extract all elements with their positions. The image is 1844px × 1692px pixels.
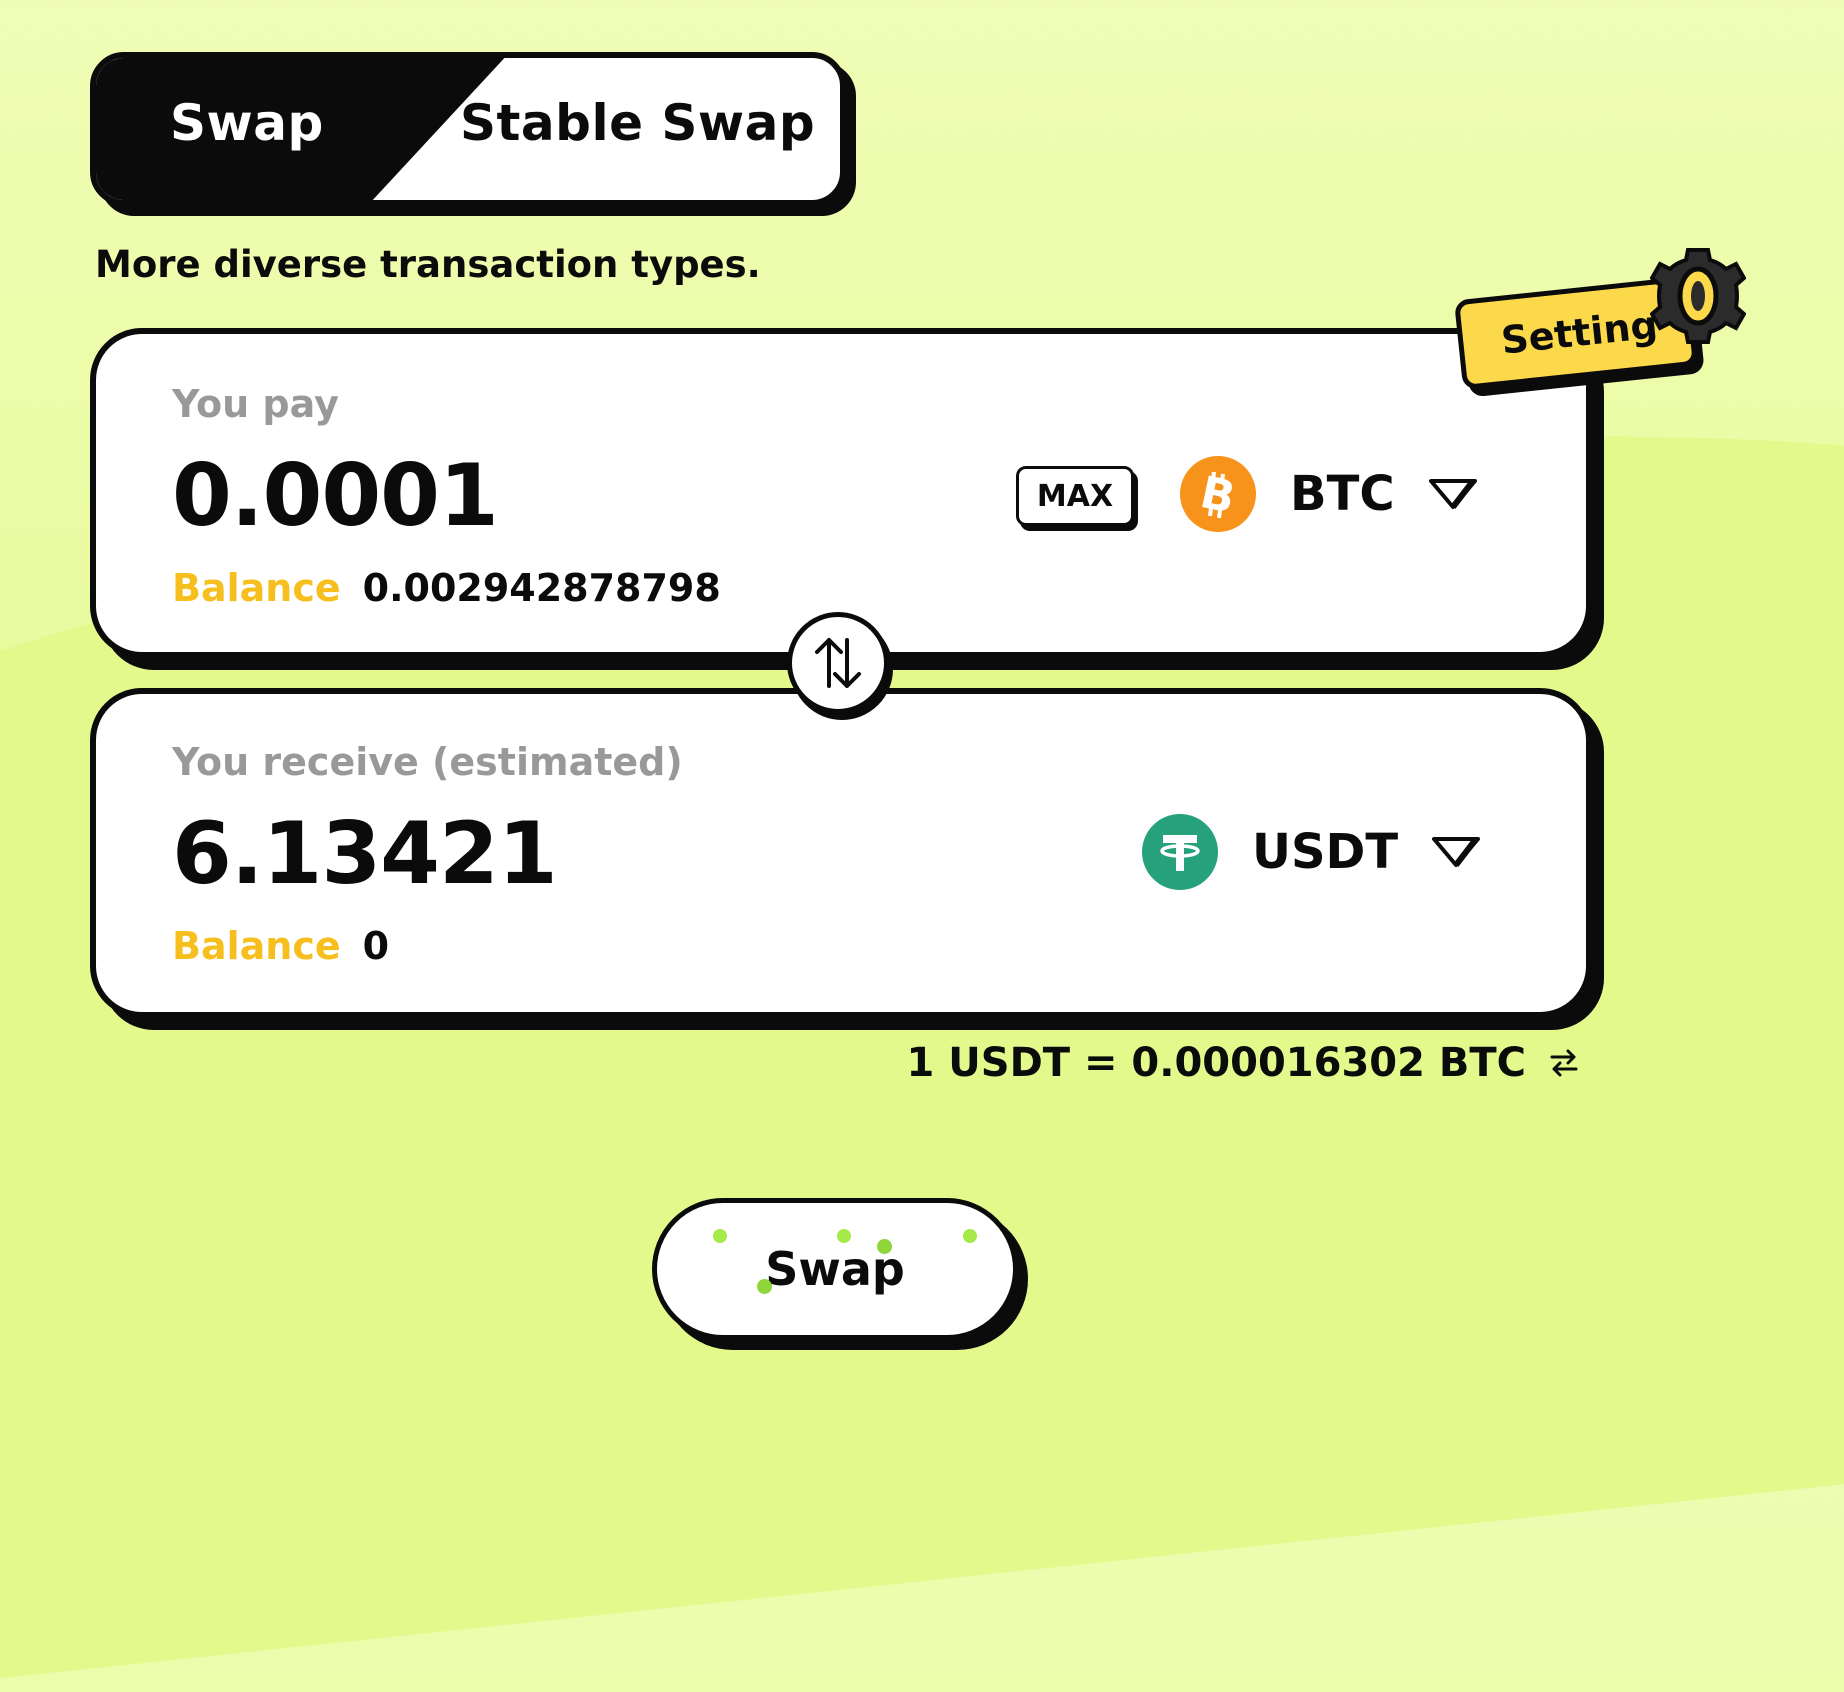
decor-dot [837,1229,851,1243]
swap-arrows-icon [815,638,861,688]
chevron-down-icon [1432,837,1481,867]
setting-label: Setting [1499,302,1660,363]
swap-mode-tabs: Swap Stable Swap [90,52,846,206]
decor-dot [963,1229,977,1243]
max-button[interactable]: MAX [1016,466,1134,526]
pay-balance-value: 0.002942878798 [362,566,721,610]
pay-balance-row: Balance 0.002942878798 [172,566,721,610]
exchange-rate-text: 1 USDT = 0.000016302 BTC [906,1040,1526,1086]
page-subtitle: More diverse transaction types. [95,243,761,286]
pay-balance-label: Balance [172,566,341,610]
receive-balance-row: Balance 0 [172,924,389,968]
receive-balance-value: 0 [362,924,390,968]
tab-stable-swap[interactable]: Stable Swap [460,58,815,188]
pay-amount-input[interactable]: 0.0001 [172,446,499,546]
pay-token-selector[interactable]: B BTC [1180,456,1479,532]
bitcoin-icon: B [1180,456,1256,532]
receive-card: You receive (estimated) 6.13421 Balance 0… [90,688,1592,1018]
receive-token-symbol: USDT [1252,824,1399,880]
receive-balance-label: Balance [172,924,341,968]
tab-swap[interactable]: Swap [170,58,324,188]
pay-token-symbol: BTC [1290,466,1395,522]
chevron-down-icon [1428,479,1477,509]
tether-icon [1142,814,1218,890]
receive-amount: 6.13421 [172,804,558,904]
receive-token-selector[interactable]: USDT [1142,814,1482,890]
receive-label: You receive (estimated) [172,740,683,784]
pay-card: You pay 0.0001 Balance 0.002942878798 MAX… [90,328,1592,658]
svg-text:B: B [1196,468,1239,520]
exchange-rate: 1 USDT = 0.000016302 BTC [907,1040,1582,1086]
refresh-rate-icon[interactable] [1546,1045,1582,1081]
decor-dot [713,1229,727,1243]
flip-direction-button[interactable] [787,612,889,714]
pay-label: You pay [172,382,339,426]
setting-button[interactable]: Setting [1453,248,1746,400]
swap-button[interactable]: Swap [652,1198,1018,1340]
decor-dot [877,1239,892,1254]
gear-icon [1650,248,1746,344]
decor-dot [757,1279,772,1294]
